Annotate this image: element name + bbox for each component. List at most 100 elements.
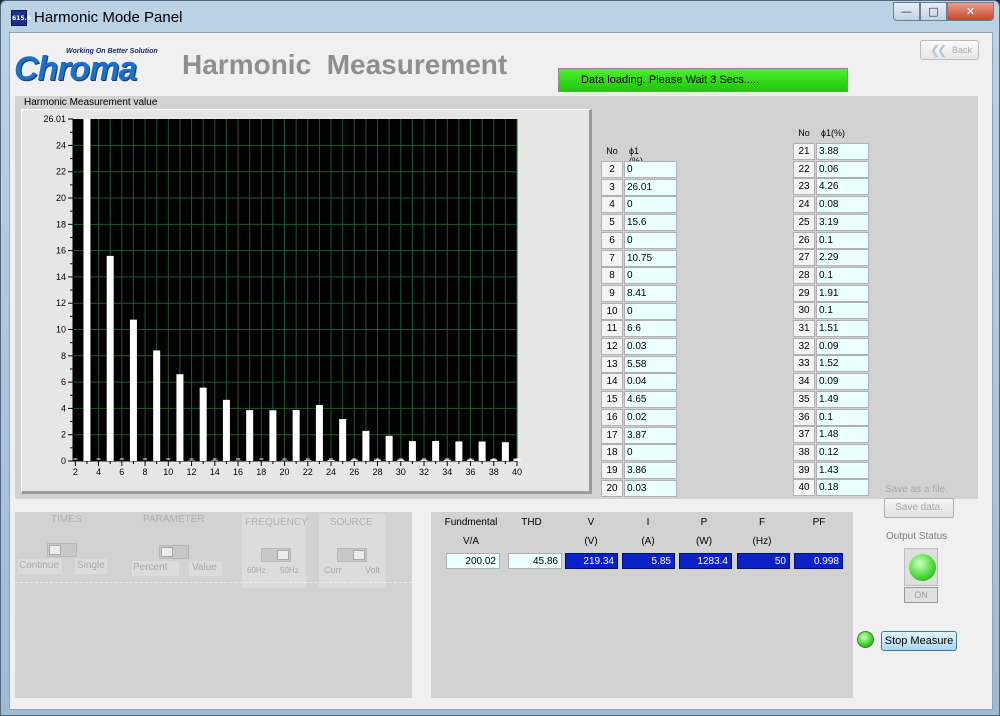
output-on-switch[interactable]: ON [904, 587, 938, 603]
harmonic-order: 29 [793, 284, 815, 302]
x-tick-label: 2 [73, 467, 78, 477]
bar [397, 459, 405, 461]
power-value: 1283.4 [679, 553, 732, 569]
measurement-panel: Fundmental V/A THD V (V) I (A) P (W) F (… [431, 512, 853, 698]
harmonic-order: 4 [601, 196, 623, 214]
double-chevron-left-icon: ❮❮ [930, 43, 947, 57]
logo-wordmark: Chroma [14, 50, 137, 88]
page-title: Harmonic Measurement [182, 49, 508, 80]
output-status-indicator [904, 548, 938, 586]
chroma-logo: Working On Better Solution Chroma [14, 43, 166, 88]
harmonic-order: 19 [601, 461, 623, 479]
harmonic-percent: 6.6 [624, 320, 677, 338]
harmonic-order: 24 [793, 196, 815, 214]
table-header-no: No [606, 146, 618, 156]
harmonic-order: 39 [793, 461, 815, 479]
parameter-toggle[interactable] [159, 545, 189, 559]
bar [420, 459, 428, 461]
bar [408, 441, 416, 461]
source-title: SOURCE [330, 517, 373, 528]
harmonic-percent: 0.04 [624, 373, 677, 391]
x-tick-label: 22 [303, 467, 313, 477]
harmonic-order: 36 [793, 408, 815, 426]
frequency-toggle[interactable] [261, 548, 291, 562]
stop-measure-button[interactable]: Stop Measure [881, 631, 957, 651]
bar [350, 459, 358, 461]
x-tick-label: 32 [419, 467, 429, 477]
x-tick-label: 4 [96, 467, 101, 477]
y-tick-label: 26.01 [43, 114, 66, 124]
harmonic-percent: 0.08 [816, 196, 869, 214]
bar [455, 441, 463, 461]
bar [467, 459, 475, 461]
harmonic-percent: 4.26 [816, 178, 869, 196]
window-title: Harmonic Mode Panel [34, 9, 183, 26]
save-data-button[interactable]: Save data. [884, 498, 954, 518]
bar [106, 255, 114, 461]
y-tick-label: 18 [56, 219, 66, 229]
frequency-value: 50 [737, 553, 790, 569]
minimize-button[interactable]: — [893, 2, 920, 21]
bar [362, 430, 370, 461]
bar [246, 410, 254, 461]
bar [385, 435, 393, 461]
bar [211, 460, 219, 461]
harmonic-order: 16 [601, 408, 623, 426]
maximize-button[interactable]: □ [920, 2, 947, 21]
harmonic-order: 32 [793, 337, 815, 355]
harmonic-order: 10 [601, 302, 623, 320]
title-bar[interactable]: 615.6 Harmonic Mode Panel — □ ✕ [1, 1, 1000, 33]
close-button[interactable]: ✕ [947, 2, 994, 21]
voltage-unit: (V) [584, 536, 598, 547]
toggle-knob [353, 550, 365, 560]
harmonic-percent: 0.09 [816, 373, 869, 391]
y-tick-label: 10 [56, 325, 66, 335]
toggle-knob [161, 547, 173, 557]
toggle-knob [49, 545, 61, 555]
source-curr-label: Curr [324, 565, 342, 575]
harmonic-order: 33 [793, 355, 815, 373]
harmonic-percent: 1.49 [816, 390, 869, 408]
y-tick-label: 8 [61, 351, 66, 361]
settings-panel: TIMES Continue Single PARAMETER Percent … [15, 512, 412, 698]
x-tick-label: 16 [233, 467, 243, 477]
client-area: Working On Better Solution Chroma Harmon… [9, 32, 993, 710]
y-tick-label: 14 [56, 272, 66, 282]
x-tick-label: 14 [210, 467, 220, 477]
parameter-value-label: Value [192, 562, 217, 573]
bar [129, 319, 137, 461]
source-toggle[interactable] [337, 548, 367, 562]
bar [153, 350, 161, 461]
bar [432, 441, 440, 461]
y-tick-label: 0 [61, 456, 66, 466]
x-tick-label: 36 [466, 467, 476, 477]
fundamental-header: Fundmental [444, 517, 498, 528]
harmonic-order: 35 [793, 390, 815, 408]
harmonic-order: 8 [601, 267, 623, 285]
table-header-no: No [798, 128, 810, 138]
frequency-unit: (Hz) [752, 536, 772, 547]
harmonic-order: 25 [793, 213, 815, 231]
y-tick-label: 2 [61, 430, 66, 440]
times-toggle[interactable] [47, 543, 77, 557]
harmonic-percent: 0 [624, 267, 677, 285]
harmonic-percent: 0 [624, 444, 677, 462]
voltage-value: 219.34 [565, 553, 618, 569]
harmonic-order: 15 [601, 391, 623, 409]
harmonic-order: 7 [601, 249, 623, 267]
back-button-label: Back [952, 45, 973, 55]
harmonic-bar-chart: 02468101214161820222426.012 4 6 8 10 12 14 16 18… [43, 114, 522, 477]
app-window: 615.6 Harmonic Mode Panel — □ ✕ Working … [0, 0, 1000, 716]
harmonic-percent: 0.18 [816, 479, 869, 497]
x-tick-label: 28 [373, 467, 383, 477]
harmonic-percent: 1.51 [816, 320, 869, 337]
back-button[interactable]: ❮❮ Back [920, 40, 979, 60]
bar [269, 410, 277, 461]
harmonic-percent: 4.65 [624, 391, 677, 409]
harmonic-order: 9 [601, 284, 623, 302]
parameter-title: PARAMETER [143, 514, 205, 525]
harmonic-order: 14 [601, 373, 623, 391]
times-continue-label: Continue [19, 560, 60, 571]
bar [339, 419, 347, 461]
harmonic-order: 3 [601, 178, 623, 196]
